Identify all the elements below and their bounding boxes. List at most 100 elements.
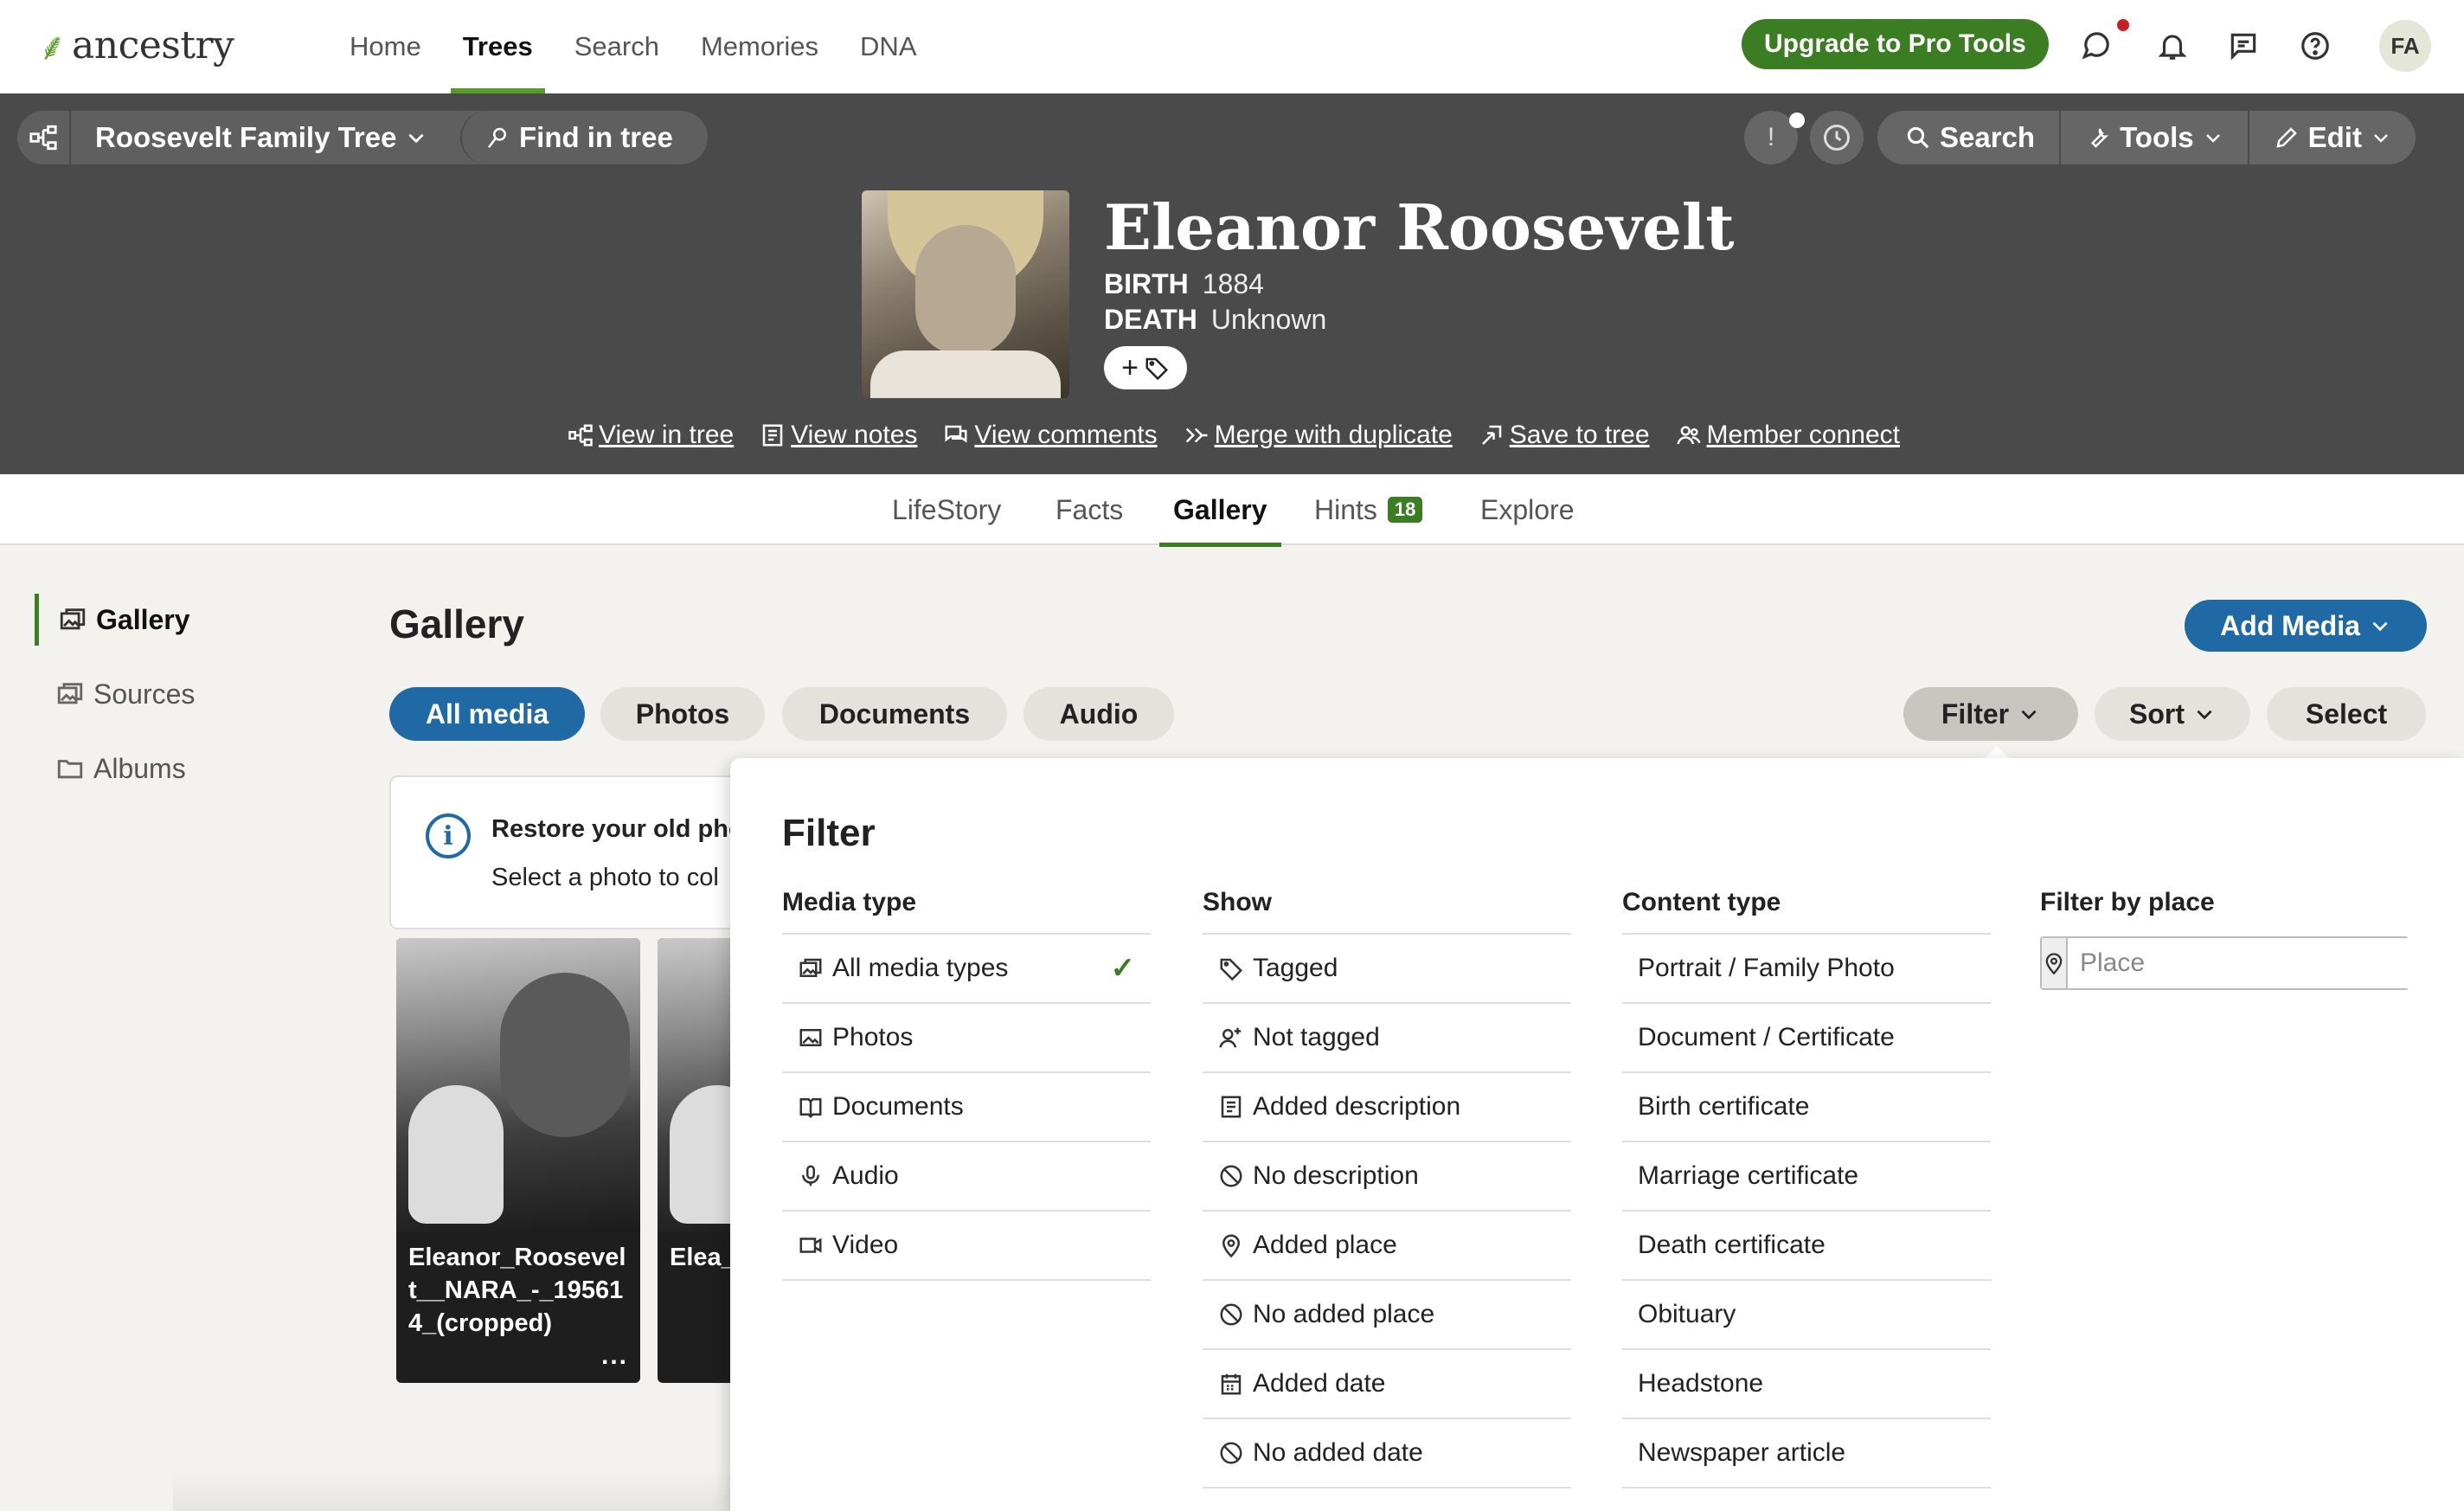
filter-not-tagged[interactable]: Not tagged bbox=[1203, 1004, 1571, 1073]
nav-search[interactable]: Search bbox=[554, 0, 680, 93]
filter-content-type[interactable]: Birth certificate bbox=[1622, 1073, 1991, 1142]
gallery-icon bbox=[60, 608, 86, 630]
content-type-column: Content type Portrait / Family Photo Doc… bbox=[1622, 888, 1991, 1488]
feedback-icon[interactable] bbox=[2076, 26, 2115, 66]
filter-no-added-place[interactable]: No added place bbox=[1203, 1281, 1571, 1350]
sidebar-item-gallery[interactable]: Gallery bbox=[35, 594, 190, 646]
view-notes-link[interactable]: View notes bbox=[760, 421, 917, 450]
save-to-tree-link[interactable]: Save to tree bbox=[1479, 421, 1650, 450]
ancestry-logo[interactable]: ⸙ ancestry bbox=[38, 19, 234, 71]
filter-tagged[interactable]: Tagged bbox=[1203, 935, 1571, 1004]
filter-option-label: Not tagged bbox=[1253, 1023, 1380, 1051]
more-options-icon[interactable]: ... bbox=[601, 1341, 628, 1371]
filter-documents[interactable]: Documents bbox=[782, 1073, 1151, 1142]
tab-hints[interactable]: Hints 18 bbox=[1314, 474, 1423, 545]
place-input[interactable] bbox=[2068, 938, 2414, 988]
nav-trees[interactable]: Trees bbox=[442, 0, 554, 93]
view-comments-link[interactable]: View comments bbox=[943, 421, 1158, 450]
add-tag-button[interactable]: + bbox=[1104, 346, 1187, 389]
filter-content-type[interactable]: Document / Certificate bbox=[1622, 1004, 1991, 1073]
filter-video[interactable]: Video bbox=[782, 1212, 1151, 1281]
filter-content-type[interactable]: Death certificate bbox=[1622, 1212, 1991, 1281]
filter-option-label: No added date bbox=[1253, 1438, 1423, 1467]
no-icon bbox=[1220, 1165, 1242, 1187]
tools-button[interactable]: Tools bbox=[2061, 111, 2249, 164]
person-tabs: LifeStory Facts Gallery Hints 18 Explore bbox=[0, 474, 2464, 547]
filter-added-date[interactable]: Added date bbox=[1203, 1350, 1571, 1419]
chip-documents[interactable]: Documents bbox=[782, 687, 1007, 741]
content-type-heading: Content type bbox=[1622, 888, 1991, 935]
filter-added-place[interactable]: Added place bbox=[1203, 1212, 1571, 1281]
pin-icon bbox=[1222, 1234, 1241, 1258]
filter-added-description[interactable]: Added description bbox=[1203, 1073, 1571, 1142]
banner-title: Restore your old pho bbox=[491, 815, 744, 843]
banner-body: Select a photo to col bbox=[491, 864, 719, 891]
person-portrait[interactable] bbox=[862, 190, 1069, 398]
add-media-button[interactable]: Add Media bbox=[2185, 600, 2427, 652]
sidebar-item-label: Albums bbox=[93, 752, 186, 784]
media-type-heading: Media type bbox=[782, 888, 1151, 935]
mic-icon bbox=[802, 1165, 819, 1186]
notification-dot bbox=[2117, 19, 2129, 31]
check-icon: ✓ bbox=[1110, 952, 1136, 985]
filter-option-label: Added place bbox=[1253, 1231, 1397, 1259]
find-in-tree-button[interactable]: Find in tree bbox=[460, 111, 708, 164]
filter-audio[interactable]: Audio bbox=[782, 1142, 1151, 1212]
member-connect-link[interactable]: Member connect bbox=[1676, 421, 1900, 450]
filter-button[interactable]: Filter bbox=[1903, 687, 2078, 741]
person-search-button[interactable]: Search bbox=[1877, 111, 2062, 164]
birth-line: BIRTH 1884 bbox=[1104, 268, 1264, 300]
no-icon bbox=[1220, 1303, 1242, 1326]
merge-duplicate-link[interactable]: Merge with duplicate bbox=[1184, 421, 1453, 450]
sidebar-item-albums[interactable]: Albums bbox=[35, 743, 186, 794]
history-button[interactable] bbox=[1810, 111, 1864, 164]
sort-button[interactable]: Sort bbox=[2095, 687, 2250, 741]
nav-dna[interactable]: DNA bbox=[839, 0, 937, 93]
tab-facts[interactable]: Facts bbox=[1056, 474, 1123, 545]
chip-audio[interactable]: Audio bbox=[1023, 687, 1174, 741]
select-button[interactable]: Select bbox=[2267, 687, 2426, 741]
media-thumbnail[interactable]: Eleanor_Roosevelt__NARA_-_195614_(croppe… bbox=[396, 938, 640, 1383]
folder-icon bbox=[57, 760, 83, 779]
sidebar-item-sources[interactable]: Sources bbox=[35, 668, 195, 720]
filter-content-type[interactable]: Portrait / Family Photo bbox=[1622, 935, 1991, 1004]
logo-text: ancestry bbox=[72, 23, 234, 68]
nav-home[interactable]: Home bbox=[329, 0, 442, 93]
filter-content-type[interactable]: Obituary bbox=[1622, 1281, 1991, 1350]
tab-explore[interactable]: Explore bbox=[1480, 474, 1575, 545]
filter-no-description[interactable]: No description bbox=[1203, 1142, 1571, 1212]
find-in-tree-label: Find in tree bbox=[519, 121, 673, 153]
filter-all-media-types[interactable]: All media types ✓ bbox=[782, 935, 1151, 1004]
show-heading: Show bbox=[1203, 888, 1571, 935]
nav-memories[interactable]: Memories bbox=[680, 0, 839, 93]
bell-icon[interactable] bbox=[2153, 26, 2192, 66]
tools-label: Tools bbox=[2120, 121, 2194, 153]
messages-icon[interactable] bbox=[2223, 26, 2263, 66]
tab-gallery[interactable]: Gallery bbox=[1159, 474, 1280, 547]
person-toolbar: Search Tools Edit bbox=[1877, 111, 2416, 164]
chevron-down-icon bbox=[2374, 134, 2388, 143]
save-to-tree-label: Save to tree bbox=[1509, 421, 1650, 449]
edit-button[interactable]: Edit bbox=[2249, 111, 2416, 164]
tab-lifestory[interactable]: LifeStory bbox=[892, 474, 1001, 545]
filter-content-type[interactable]: Marriage certificate bbox=[1622, 1142, 1991, 1212]
view-in-tree-link[interactable]: View in tree bbox=[568, 421, 734, 450]
chip-all-media[interactable]: All media bbox=[389, 687, 585, 741]
chip-photos[interactable]: Photos bbox=[600, 687, 765, 741]
filter-option-label: Tagged bbox=[1253, 954, 1338, 982]
tree-view-icon[interactable] bbox=[17, 111, 71, 164]
help-icon[interactable] bbox=[2295, 26, 2335, 66]
filter-title: Filter bbox=[782, 812, 876, 854]
avatar[interactable]: FA bbox=[2379, 20, 2431, 72]
tree-name-dropdown[interactable]: Roosevelt Family Tree bbox=[71, 111, 452, 164]
filter-content-type[interactable]: Newspaper article bbox=[1622, 1419, 1991, 1488]
edit-label: Edit bbox=[2307, 121, 2362, 153]
upgrade-button[interactable]: Upgrade to Pro Tools bbox=[1742, 19, 2049, 69]
filter-no-added-date[interactable]: No added date bbox=[1203, 1419, 1571, 1488]
place-field[interactable] bbox=[2040, 936, 2414, 990]
calendar-icon bbox=[1221, 1373, 1242, 1395]
person-actions: View in tree View notes View comments Me… bbox=[568, 421, 1900, 450]
filter-photos[interactable]: Photos bbox=[782, 1004, 1151, 1073]
filter-content-type[interactable]: Headstone bbox=[1622, 1350, 1991, 1419]
view-notes-label: View notes bbox=[791, 421, 918, 449]
